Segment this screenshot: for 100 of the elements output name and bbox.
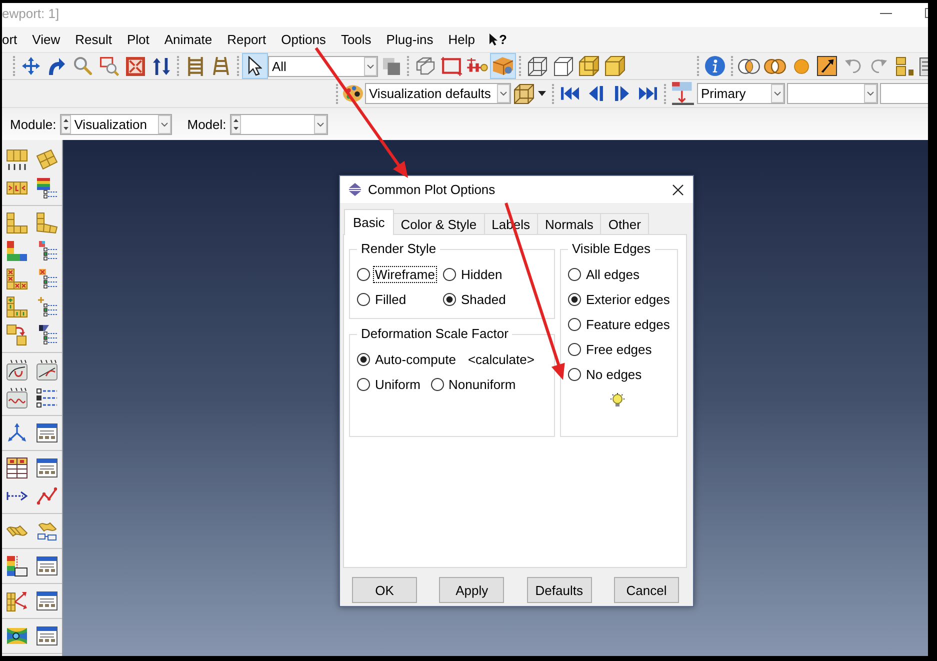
filter-dropdown[interactable]: All	[268, 56, 378, 76]
box-tool-button[interactable]	[490, 53, 516, 79]
radio-icon[interactable]	[430, 378, 444, 391]
radio-icon[interactable]	[357, 378, 370, 391]
minimize-icon[interactable]	[880, 12, 892, 14]
pointer-icon[interactable]	[248, 56, 262, 76]
fast-forward-icon[interactable]	[639, 87, 657, 100]
tilted-grid-icon[interactable]	[36, 149, 58, 171]
gradient-list-icon[interactable]	[36, 324, 58, 346]
numbered-grid-icon[interactable]	[6, 149, 28, 171]
radio-icon[interactable]	[357, 268, 370, 281]
l-shape-grid-icon[interactable]	[6, 212, 28, 234]
tab[interactable]: Basic	[344, 209, 394, 235]
menu-item[interactable]: Plug-ins	[386, 30, 434, 48]
radio-option[interactable]: Free edges	[568, 340, 654, 359]
move-icon[interactable]	[22, 57, 40, 75]
close-icon[interactable]	[672, 184, 684, 196]
corner-rectangle-icon[interactable]	[440, 56, 462, 76]
menu-item[interactable]: Options	[281, 30, 326, 48]
symbol-list-icon[interactable]	[36, 296, 58, 318]
info-icon[interactable]	[705, 56, 725, 76]
caret-down-icon[interactable]	[538, 91, 546, 96]
output-dropdown[interactable]: Primary	[697, 83, 785, 104]
dialog-button[interactable]: Defaults	[526, 577, 592, 603]
menu-item[interactable]: Help	[448, 30, 476, 48]
outline-cube-icon[interactable]	[554, 56, 572, 76]
cubes-icon[interactable]	[416, 57, 434, 75]
radio-option[interactable]: No edges	[568, 365, 644, 384]
box-icon[interactable]	[493, 57, 513, 75]
module-dropdown[interactable]: Visualization	[60, 114, 172, 134]
table-window-icon[interactable]	[36, 590, 58, 612]
curve-chart-icon[interactable]	[6, 359, 28, 381]
radio-option[interactable]: Auto-compute	[357, 350, 458, 369]
filled-circle-icon[interactable]	[794, 58, 808, 74]
table-icon[interactable]	[6, 457, 28, 479]
marked-list-icon[interactable]	[36, 268, 58, 290]
menu-item[interactable]: ort	[2, 30, 18, 48]
radio-icon[interactable]	[568, 343, 581, 356]
tab[interactable]: Color & Style	[392, 213, 485, 235]
shaded-cube-icon[interactable]	[579, 56, 599, 76]
wireframe-cube-icon[interactable]	[528, 56, 546, 76]
checkbox-list-icon[interactable]	[36, 387, 58, 409]
symbol-grid-icon[interactable]	[6, 296, 28, 318]
overlapping-circles-icon[interactable]	[764, 58, 786, 74]
overlapping-circles-icon[interactable]	[738, 58, 760, 74]
radio-icon[interactable]	[357, 353, 370, 366]
wave-chart-icon[interactable]	[6, 387, 28, 409]
radio-icon[interactable]	[568, 293, 581, 306]
table-window-icon[interactable]	[36, 457, 58, 479]
document-icon[interactable]	[918, 56, 928, 76]
radio-option[interactable]: Shaded	[443, 290, 508, 309]
marked-grid-icon[interactable]	[6, 268, 28, 290]
contour-shape-icon[interactable]	[6, 240, 28, 262]
radio-icon[interactable]	[568, 268, 581, 281]
tab[interactable]: Other	[600, 213, 649, 235]
radio-option[interactable]: All edges	[568, 265, 642, 284]
select-tool-button[interactable]	[242, 53, 268, 79]
axes-icon[interactable]	[6, 422, 28, 444]
palette-icon[interactable]	[343, 85, 363, 102]
radio-icon[interactable]	[443, 293, 456, 306]
style-dropdown[interactable]: Visualization defaults	[365, 83, 511, 104]
menu-item[interactable]: View	[32, 30, 60, 48]
spinner-arrows-icon[interactable]	[231, 114, 242, 134]
stream-contour-icon[interactable]	[6, 625, 28, 647]
radio-icon[interactable]	[357, 293, 370, 306]
fit-view-icon[interactable]	[126, 56, 144, 76]
grid-arrows-icon[interactable]	[6, 590, 28, 612]
swatch-list-icon[interactable]	[36, 240, 58, 262]
radio-icon[interactable]	[443, 268, 456, 281]
legend-bar-icon[interactable]	[672, 82, 694, 105]
help-button[interactable]: ?	[489, 30, 507, 48]
radio-option[interactable]: Nonuniform	[430, 375, 518, 394]
menu-item[interactable]: Tools	[340, 30, 372, 48]
node-line-icon[interactable]	[466, 58, 488, 74]
menu-item[interactable]: Result	[75, 30, 112, 48]
rewind-icon[interactable]	[561, 87, 579, 100]
spinner-arrows-icon[interactable]	[61, 114, 72, 134]
dotted-arrow-icon[interactable]	[6, 491, 28, 501]
radio-option[interactable]: Feature edges	[568, 315, 672, 334]
table-window-icon[interactable]	[36, 555, 58, 577]
menu-item[interactable]: Animate	[164, 30, 212, 48]
wireframe-cube-icon[interactable]	[514, 84, 534, 104]
linked-sheets-icon[interactable]	[36, 520, 58, 542]
squares-arrow-icon[interactable]	[6, 324, 28, 346]
radio-option[interactable]: Hidden	[443, 265, 504, 284]
contour-corner-icon[interactable]	[6, 555, 28, 577]
stacked-squares-icon[interactable]	[382, 58, 400, 74]
radio-icon[interactable]	[568, 318, 581, 331]
zigzag-line-icon[interactable]	[36, 485, 58, 507]
table-window-icon[interactable]	[36, 422, 58, 444]
up-down-arrows-icon[interactable]	[152, 58, 170, 74]
step-forward-icon[interactable]	[615, 86, 629, 101]
step-back-icon[interactable]	[589, 86, 603, 101]
maximize-icon[interactable]	[925, 8, 928, 18]
menu-item[interactable]: Report	[227, 30, 266, 48]
rotate-arrow-icon[interactable]	[49, 58, 65, 74]
pointer-icon[interactable]	[489, 33, 498, 46]
ladder-icon[interactable]	[213, 57, 229, 75]
curve-chart-icon[interactable]	[36, 359, 58, 381]
radio-option[interactable]: Filled	[357, 290, 408, 309]
